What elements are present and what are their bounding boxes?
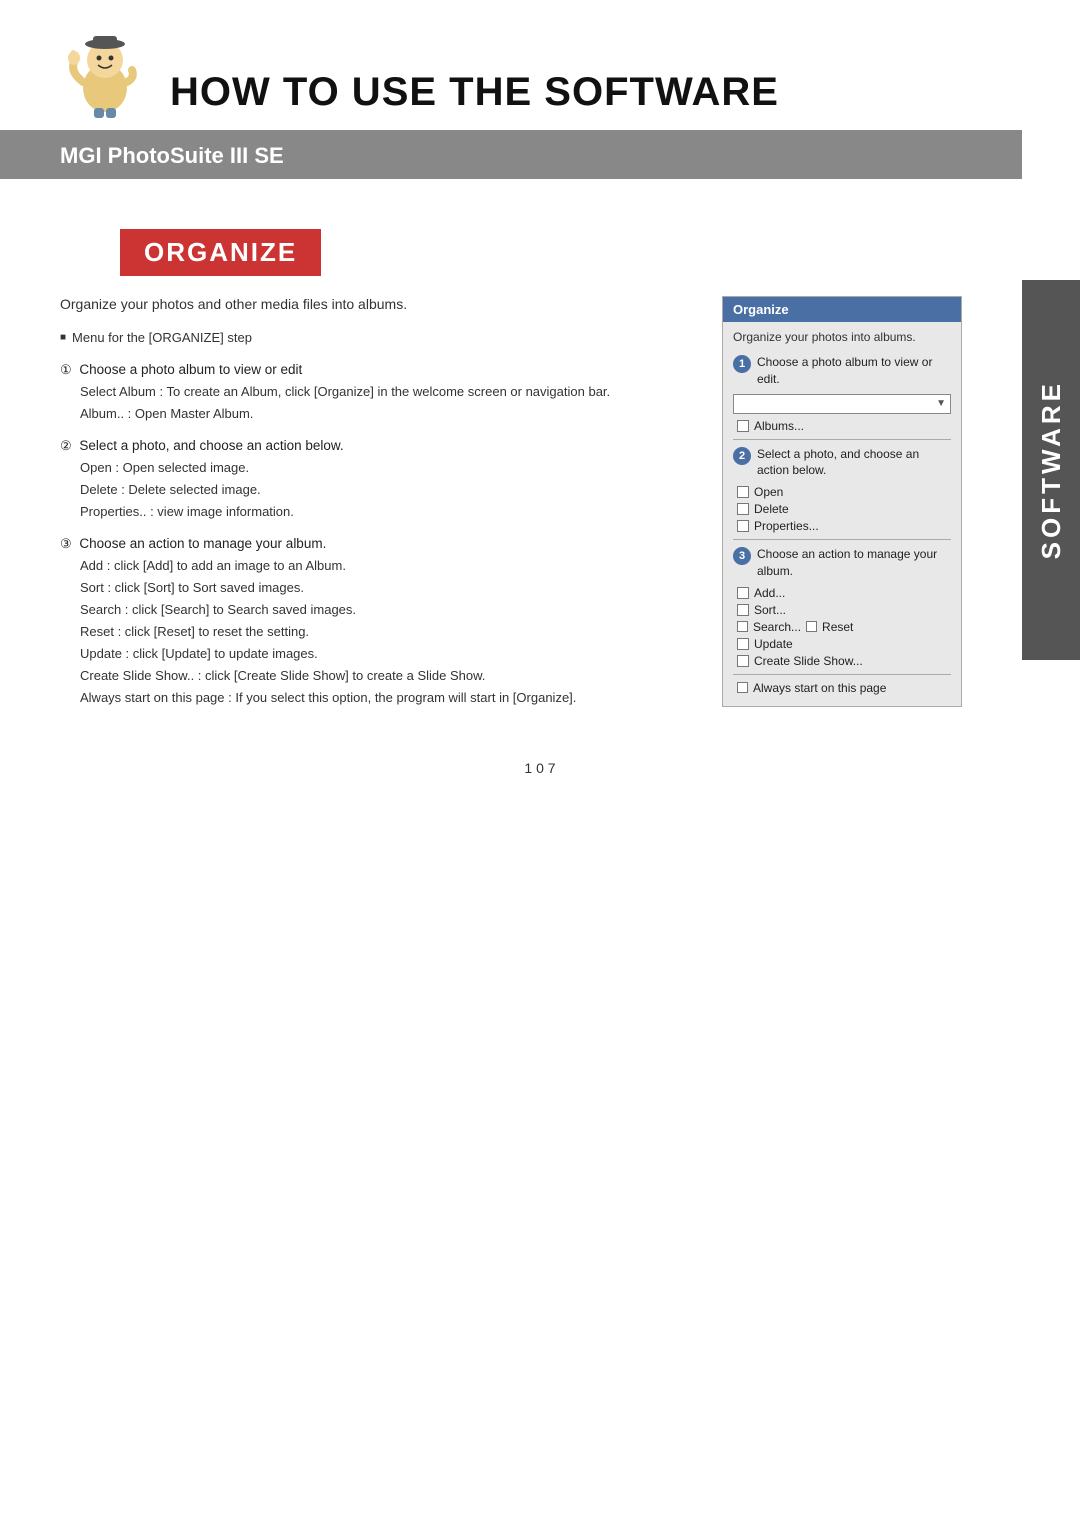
step-3-sub-4: Reset : click [Reset] to reset the setti… <box>80 621 682 643</box>
page-title: HOW TO USE THE SOFTWARE <box>170 70 779 120</box>
properties-label: Properties... <box>754 519 819 533</box>
search-checkbox[interactable] <box>737 621 748 632</box>
step-3-sub-3: Search : click [Search] to Search saved … <box>80 599 682 621</box>
delete-row: Delete <box>737 502 951 516</box>
albums-label: Albums... <box>754 419 804 433</box>
properties-checkbox[interactable] <box>737 520 749 532</box>
create-slide-checkbox[interactable] <box>737 655 749 667</box>
step-1-number: ① <box>60 362 72 377</box>
delete-checkbox[interactable] <box>737 503 749 515</box>
ui-title-bar: Organize <box>723 297 961 322</box>
page-number: 1 0 7 <box>0 760 1080 806</box>
reset-label: Reset <box>822 620 853 634</box>
step-3-number: ③ <box>60 536 72 551</box>
add-checkbox[interactable] <box>737 587 749 599</box>
header: HOW TO USE THE SOFTWARE <box>0 0 1022 133</box>
step-3-sub-6: Create Slide Show.. : click [Create Slid… <box>80 665 682 687</box>
subtitle-bar: MGI PhotoSuite III SE <box>0 133 1022 179</box>
software-sidebar: SOFTWARE <box>1022 280 1080 660</box>
add-label: Add... <box>754 586 785 600</box>
ui-mockup: Organize Organize your photos into album… <box>722 296 962 707</box>
search-label: Search... <box>753 620 801 634</box>
left-column: Organize your photos and other media fil… <box>60 296 682 720</box>
step-3: ③ Choose an action to manage your album.… <box>60 533 682 709</box>
page: SOFTWARE HOW TO U <box>0 0 1080 1528</box>
ui-step-3-text: Choose an action to manage your album. <box>757 546 951 580</box>
always-start-label: Always start on this page <box>753 681 886 695</box>
update-label: Update <box>754 637 793 651</box>
step-3-sub-5: Update : click [Update] to update images… <box>80 643 682 665</box>
update-row: Update <box>737 637 951 651</box>
create-slide-row: Create Slide Show... <box>737 654 951 668</box>
ui-step-2-num: 2 <box>733 447 751 465</box>
step-1-sub-2: Album.. : Open Master Album. <box>80 403 682 425</box>
albums-row: Albums... <box>737 419 951 433</box>
always-start-checkbox[interactable] <box>737 682 748 693</box>
step-2-text: Select a photo, and choose an action bel… <box>79 438 343 453</box>
step-3-sub-1: Add : click [Add] to add an image to an … <box>80 555 682 577</box>
step-3-text: Choose an action to manage your album. <box>79 536 326 551</box>
ui-intro-text: Organize your photos into albums. <box>733 330 951 344</box>
create-slide-label: Create Slide Show... <box>754 654 863 668</box>
menu-label: Menu for the [ORGANIZE] step <box>60 330 682 345</box>
steps-list: ① Choose a photo album to view or edit S… <box>60 359 682 710</box>
add-row: Add... <box>737 586 951 600</box>
divider-1 <box>733 439 951 440</box>
reset-checkbox[interactable] <box>806 621 817 632</box>
step-2-number: ② <box>60 438 72 453</box>
ui-step-3-num: 3 <box>733 547 751 565</box>
search-reset-row: Search... Reset <box>737 620 951 634</box>
step-2-sub-3: Properties.. : view image information. <box>80 501 682 523</box>
ui-title: Organize <box>733 302 789 317</box>
software-label: SOFTWARE <box>1036 380 1067 559</box>
main-content: Organize your photos and other media fil… <box>0 276 1022 720</box>
ui-step-2: 2 Select a photo, and choose an action b… <box>733 446 951 480</box>
sort-checkbox[interactable] <box>737 604 749 616</box>
ui-step-2-text: Select a photo, and choose an action bel… <box>757 446 951 480</box>
step-2-sub-1: Open : Open selected image. <box>80 457 682 479</box>
organize-title: ORGANIZE <box>144 237 297 267</box>
delete-label: Delete <box>754 502 789 516</box>
always-start-row: Always start on this page <box>737 681 951 695</box>
open-checkbox[interactable] <box>737 486 749 498</box>
step-1-sub-1: Select Album : To create an Album, click… <box>80 381 682 403</box>
ui-step-1-num: 1 <box>733 355 751 373</box>
step-1: ① Choose a photo album to view or edit S… <box>60 359 682 425</box>
step-2-sub-2: Delete : Delete selected image. <box>80 479 682 501</box>
step-3-sub-7: Always start on this page : If you selec… <box>80 687 682 709</box>
dropdown-arrow: ▼ <box>936 398 946 409</box>
mascot-icon <box>60 30 150 120</box>
ui-step-3: 3 Choose an action to manage your album. <box>733 546 951 580</box>
sort-row: Sort... <box>737 603 951 617</box>
step-2-subs: Open : Open selected image. Delete : Del… <box>60 457 682 523</box>
properties-row: Properties... <box>737 519 951 533</box>
sort-label: Sort... <box>754 603 786 617</box>
update-checkbox[interactable] <box>737 638 749 650</box>
ui-body: Organize your photos into albums. 1 Choo… <box>723 322 961 706</box>
step-3-subs: Add : click [Add] to add an image to an … <box>60 555 682 710</box>
albums-checkbox[interactable] <box>737 420 749 432</box>
organize-bar: ORGANIZE <box>120 229 321 276</box>
subtitle-text: MGI PhotoSuite III SE <box>60 143 284 168</box>
album-dropdown[interactable]: ▼ <box>733 394 951 414</box>
step-3-sub-2: Sort : click [Sort] to Sort saved images… <box>80 577 682 599</box>
right-panel: Organize Organize your photos into album… <box>722 296 962 720</box>
step-2: ② Select a photo, and choose an action b… <box>60 435 682 523</box>
open-row: Open <box>737 485 951 499</box>
open-label: Open <box>754 485 783 499</box>
divider-2 <box>733 539 951 540</box>
ui-step-1: 1 Choose a photo album to view or edit. <box>733 354 951 388</box>
step-1-subs: Select Album : To create an Album, click… <box>60 381 682 425</box>
step-1-text: Choose a photo album to view or edit <box>79 362 302 377</box>
divider-3 <box>733 674 951 675</box>
ui-step-1-text: Choose a photo album to view or edit. <box>757 354 951 388</box>
intro-paragraph: Organize your photos and other media fil… <box>60 296 682 312</box>
